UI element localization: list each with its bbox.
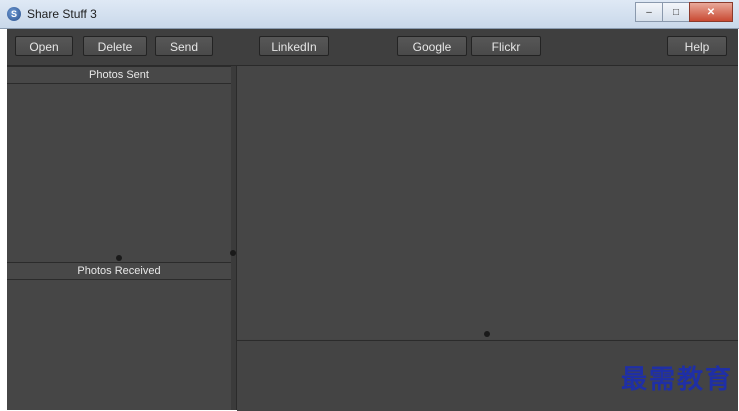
- linkedin-button[interactable]: LinkedIn: [259, 36, 329, 56]
- right-splitter-handle[interactable]: [484, 331, 490, 337]
- delete-button[interactable]: Delete: [83, 36, 147, 56]
- window-controls: – □ ✕: [635, 2, 733, 22]
- photos-sent-list[interactable]: [7, 84, 231, 256]
- help-button[interactable]: Help: [667, 36, 727, 56]
- vertical-splitter-handle[interactable]: [230, 250, 236, 256]
- maximize-icon[interactable]: □: [662, 2, 690, 22]
- photos-received-header: Photos Received: [7, 262, 231, 280]
- left-pane: Photos Sent Photos Received: [7, 66, 232, 410]
- photo-preview-area[interactable]: [237, 66, 738, 339]
- photos-sent-header: Photos Sent: [7, 66, 231, 84]
- title-bar[interactable]: S Share Stuff 3 – □ ✕: [0, 0, 739, 29]
- window-title: Share Stuff 3: [27, 7, 97, 21]
- google-button[interactable]: Google: [397, 36, 467, 56]
- flickr-button[interactable]: Flickr: [471, 36, 541, 56]
- watermark-text: 最需教育: [620, 365, 733, 395]
- minimize-icon[interactable]: –: [635, 2, 663, 22]
- horizontal-splitter-handle[interactable]: [116, 255, 122, 261]
- client-area: Open Delete Send LinkedIn Google Flickr …: [7, 29, 738, 411]
- send-button[interactable]: Send: [155, 36, 213, 56]
- app-window: S Share Stuff 3 – □ ✕ Open Delete Send L…: [0, 0, 739, 411]
- close-icon[interactable]: ✕: [689, 2, 733, 22]
- photos-received-list[interactable]: [7, 280, 231, 410]
- open-button[interactable]: Open: [15, 36, 73, 56]
- toolbar: Open Delete Send LinkedIn Google Flickr …: [7, 29, 738, 66]
- app-icon: S: [7, 7, 21, 21]
